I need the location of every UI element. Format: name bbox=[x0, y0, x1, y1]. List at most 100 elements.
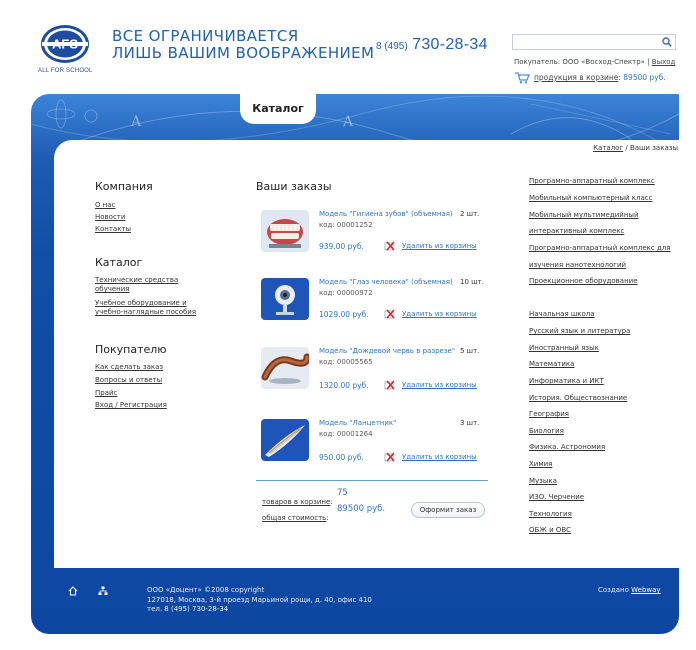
product-name[interactable]: Модель "Ланцетник" bbox=[319, 419, 396, 427]
product-name[interactable]: Модель "Глаз человека" (объемная) bbox=[319, 278, 453, 286]
cart-sum-value: 89500 руб. bbox=[337, 504, 386, 514]
right-nav-link[interactable]: Химия bbox=[529, 460, 552, 469]
nav-link-faq[interactable]: Вопросы и ответы bbox=[95, 376, 162, 385]
sitemap-icon[interactable] bbox=[98, 586, 108, 596]
right-nav-link[interactable]: Начальная школа bbox=[529, 310, 595, 319]
right-nav-link[interactable]: Физика. Астрономия bbox=[529, 443, 605, 452]
nav-link-contacts[interactable]: Контакты bbox=[95, 225, 131, 234]
cart-colon: : bbox=[618, 73, 621, 82]
created-label: Создано bbox=[598, 586, 629, 594]
product-qty: 3 шт. bbox=[460, 419, 480, 427]
delete-icon[interactable] bbox=[384, 380, 396, 390]
product-code: код: 00000972 bbox=[319, 289, 373, 297]
breadcrumb-current: Ваши заказы bbox=[629, 144, 678, 152]
nav-link-tech-means-2[interactable]: обучения bbox=[95, 285, 130, 294]
breadcrumb-catalog-link[interactable]: Каталог bbox=[593, 144, 623, 152]
product-code: код: 00005565 bbox=[319, 358, 373, 366]
right-nav-link[interactable]: География bbox=[529, 410, 569, 419]
product-price: 1029.00 руб. bbox=[319, 310, 369, 319]
nav-link-how-to-order[interactable]: Как сделать заказ bbox=[95, 363, 163, 372]
afs-logo[interactable]: AFS bbox=[40, 24, 90, 64]
nav-link-equipment-1[interactable]: Учебное оборудование и bbox=[95, 299, 187, 308]
right-nav-link[interactable]: Иностранный язык bbox=[529, 344, 599, 353]
buyer-info: Покупатель: ООО «Восход-Спектр» | Выход bbox=[514, 58, 675, 66]
search-box bbox=[512, 34, 676, 55]
slogan-line-2: ЛИШЬ ВАШИМ ВООБРАЖЕНИЕМ bbox=[112, 44, 375, 62]
cart-link[interactable]: продукция в корзине bbox=[534, 73, 618, 82]
delete-from-cart-link[interactable]: Удалить из корзины bbox=[402, 242, 477, 250]
nav-link-about[interactable]: О нас bbox=[95, 201, 115, 210]
cart-sum: 89500 руб. bbox=[623, 73, 666, 82]
breadcrumb: Каталог / Ваши заказы bbox=[560, 144, 678, 152]
right-nav-link[interactable]: Програмно-аппаратный комплекс для bbox=[529, 244, 670, 253]
product-name[interactable]: Модель "Дождевой червь в разрезе" bbox=[319, 347, 455, 355]
cart-summary: продукция в корзине: 89500 руб. bbox=[514, 72, 666, 84]
svg-text:AFS: AFS bbox=[52, 37, 78, 52]
nav-heading-catalog: Каталог bbox=[95, 256, 143, 269]
delete-icon[interactable] bbox=[384, 241, 396, 251]
orders-title: Ваши заказы bbox=[256, 180, 332, 193]
product-image-lancelet[interactable] bbox=[261, 419, 309, 461]
tab-catalog[interactable]: Каталог bbox=[240, 94, 316, 124]
checkout-button[interactable]: Оформит заказ bbox=[411, 502, 485, 518]
logout-link[interactable]: Выход bbox=[652, 58, 676, 66]
nav-heading-buyer: Покупателю bbox=[95, 343, 167, 356]
header-phone: 8 (495) 730-28-34 bbox=[376, 36, 488, 54]
product-image-eye[interactable] bbox=[261, 278, 309, 320]
right-nav-link[interactable]: История. Обществознание bbox=[529, 394, 627, 403]
product-price: 939.00 руб. bbox=[319, 242, 364, 251]
delete-from-cart-link[interactable]: Удалить из корзины bbox=[402, 453, 477, 461]
product-image-earthworm[interactable] bbox=[261, 347, 309, 389]
right-nav-link[interactable]: Музыка bbox=[529, 477, 557, 486]
right-nav-link[interactable]: Технология bbox=[529, 510, 572, 519]
breadcrumb-separator: / bbox=[623, 144, 630, 152]
footer-copyright: ООО «Доцент» ©2008 copyright bbox=[147, 586, 265, 594]
cart-count-colon: : bbox=[330, 498, 333, 506]
buyer-name: ООО «Восход-Спектр» bbox=[562, 58, 645, 66]
product-price: 950.00 руб. bbox=[319, 453, 364, 462]
nav-link-login[interactable]: Вход / Регистрация bbox=[95, 401, 167, 410]
right-nav-link[interactable]: ИЗО. Черчение bbox=[529, 493, 584, 502]
nav-link-equipment-2[interactable]: учебно-наглядные пособия bbox=[95, 308, 196, 317]
cart-icon[interactable] bbox=[514, 72, 530, 84]
nav-heading-company: Компания bbox=[95, 180, 153, 193]
nav-link-news[interactable]: Новости bbox=[95, 213, 125, 222]
right-nav-link[interactable]: Мобильный компьютерный класс bbox=[529, 194, 652, 203]
search-input[interactable] bbox=[513, 41, 661, 55]
right-nav-link[interactable]: Мобильный мультимедийный bbox=[529, 211, 639, 220]
nav-link-tech-means-1[interactable]: Технические средства bbox=[95, 276, 178, 285]
right-nav-link[interactable]: Програмно-аппаратный комплекс bbox=[529, 177, 655, 186]
product-name[interactable]: Модель "Гигиена зубов" (объемная) bbox=[319, 210, 453, 218]
nav-link-price[interactable]: Прайс bbox=[95, 389, 117, 398]
delete-icon[interactable] bbox=[384, 309, 396, 319]
product-code: код: 00001252 bbox=[319, 221, 373, 229]
right-nav-link[interactable]: изучения нанотехнологий bbox=[529, 261, 626, 270]
cart-sum-label[interactable]: общая стоимость bbox=[262, 514, 326, 522]
product-qty: 2 шт. bbox=[460, 210, 480, 218]
product-price: 1320.00 руб. bbox=[319, 381, 369, 390]
right-nav-link[interactable]: ОБЖ и ОВС bbox=[529, 526, 571, 535]
delete-from-cart-link[interactable]: Удалить из корзины bbox=[402, 310, 477, 318]
product-image-teeth[interactable] bbox=[261, 210, 309, 252]
webway-link[interactable]: Webway bbox=[631, 586, 660, 594]
footer-info: ООО «Доцент» ©2008 copyright 127018, Мос… bbox=[147, 586, 372, 615]
buyer-label: Покупатель: bbox=[514, 58, 561, 66]
right-nav-link[interactable]: Математика bbox=[529, 360, 574, 369]
buyer-separator: | bbox=[647, 58, 650, 66]
right-nav-link[interactable]: Русский язык и литература bbox=[529, 327, 630, 336]
product-code: код: 00001264 bbox=[319, 430, 373, 438]
right-nav-link[interactable]: интерактивный комплекс bbox=[529, 227, 624, 236]
right-nav-link[interactable]: Проекционное оборудование bbox=[529, 277, 638, 286]
cart-sum-row: общая стоимость: bbox=[262, 505, 329, 524]
slogan: ВСЕ ОГРАНИЧИВАЕТСЯ ЛИШЬ ВАШИМ ВООБРАЖЕНИ… bbox=[112, 28, 374, 62]
svg-text:A: A bbox=[130, 114, 142, 130]
search-icon[interactable] bbox=[662, 37, 672, 47]
right-nav-link[interactable]: Информатика и ИКТ bbox=[529, 377, 604, 386]
cart-sum-colon: : bbox=[326, 514, 329, 522]
delete-from-cart-link[interactable]: Удалить из корзины bbox=[402, 381, 477, 389]
right-nav-link[interactable]: Биология bbox=[529, 427, 564, 436]
footer-created-by: Создано Webway bbox=[598, 586, 661, 594]
home-icon[interactable] bbox=[68, 586, 78, 596]
delete-icon[interactable] bbox=[384, 452, 396, 462]
phone-prefix: 8 (495) bbox=[376, 41, 408, 52]
